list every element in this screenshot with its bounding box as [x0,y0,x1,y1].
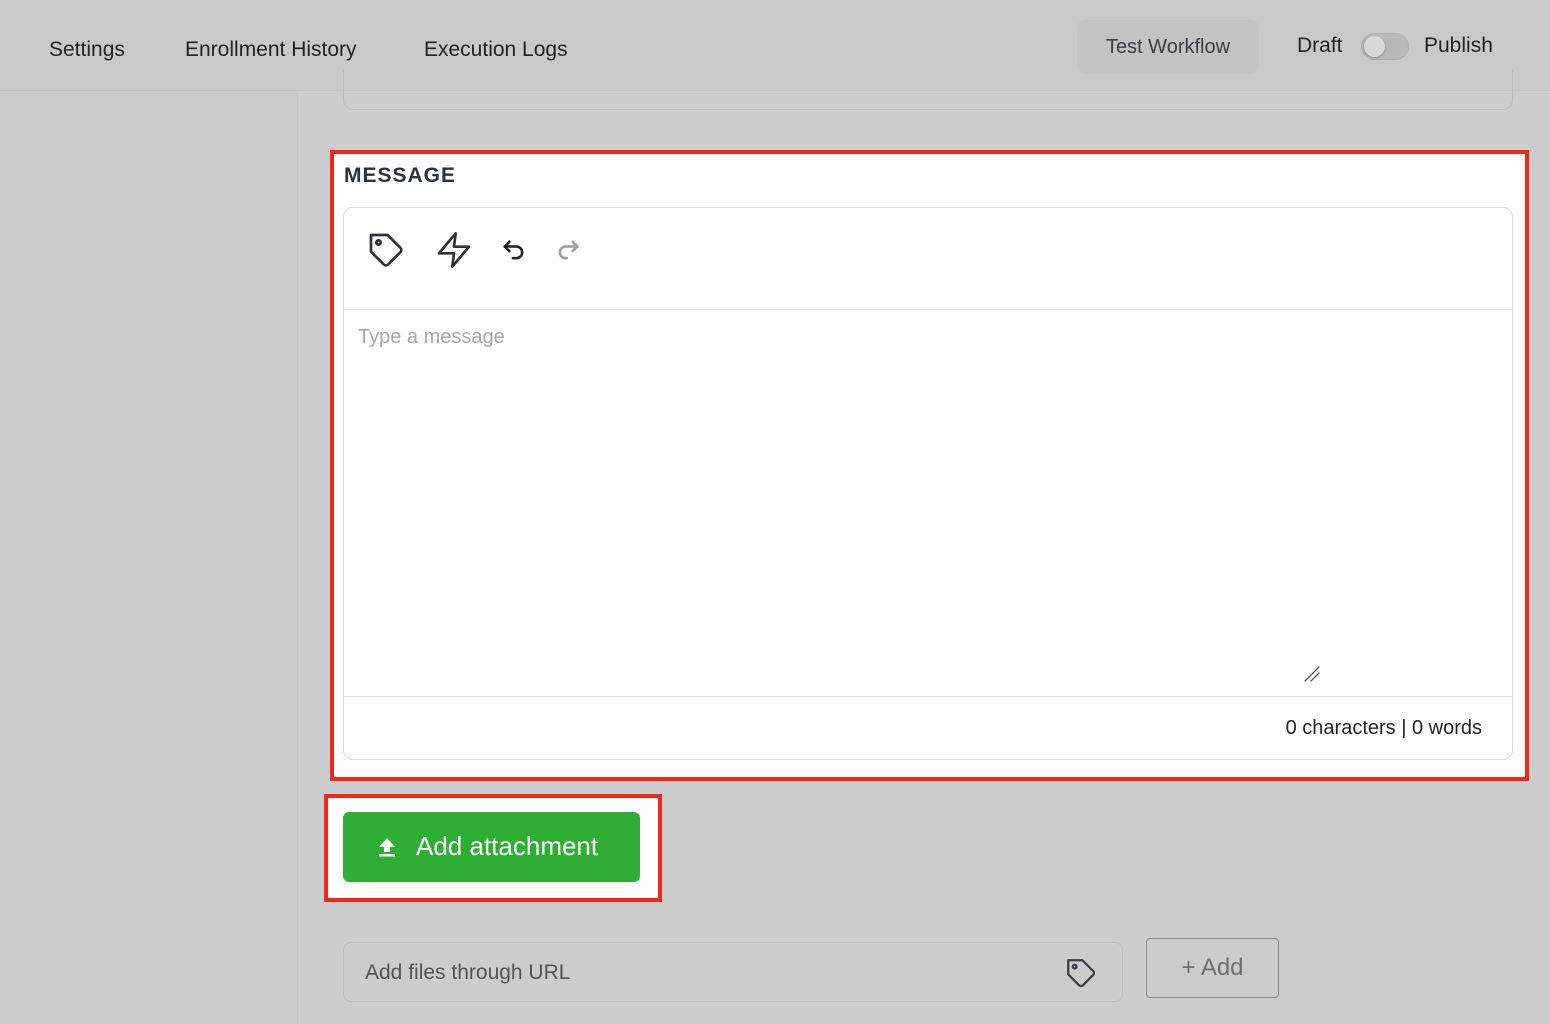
file-url-placeholder: Add files through URL [365,961,571,984]
toggle-knob [1364,36,1385,57]
add-attachment-button[interactable]: Add attachment [343,812,640,882]
previous-field [343,70,1513,110]
upload-icon [379,838,395,857]
file-url-input[interactable]: Add files through URL [343,942,1123,1002]
tag-icon[interactable] [1064,956,1098,990]
message-editor: Type a message 0 characters | 0 words [343,207,1513,760]
add-attachment-label: Add attachment [416,831,599,861]
editor-toolbar [344,208,1512,310]
test-workflow-button[interactable]: Test Workflow [1077,20,1259,74]
message-section-label: MESSAGE [344,164,457,187]
nav-enrollment-history[interactable]: Enrollment History [185,38,357,62]
publish-label: Publish [1424,34,1493,57]
lightning-icon[interactable] [434,230,474,275]
redo-icon[interactable] [554,236,582,269]
nav-settings[interactable]: Settings [49,38,125,62]
character-word-counter: 0 characters | 0 words [1285,717,1482,739]
undo-icon[interactable] [500,236,528,269]
add-url-button[interactable]: + Add [1146,938,1279,998]
editor-footer: 0 characters | 0 words [344,696,1512,760]
nav-execution-logs[interactable]: Execution Logs [424,38,568,62]
draft-label: Draft [1297,34,1343,57]
resize-handle-icon[interactable] [1303,665,1321,688]
publish-toggle[interactable] [1361,33,1409,60]
message-textarea[interactable]: Type a message [358,326,505,349]
left-panel [0,92,298,1024]
tag-icon[interactable] [366,230,406,275]
